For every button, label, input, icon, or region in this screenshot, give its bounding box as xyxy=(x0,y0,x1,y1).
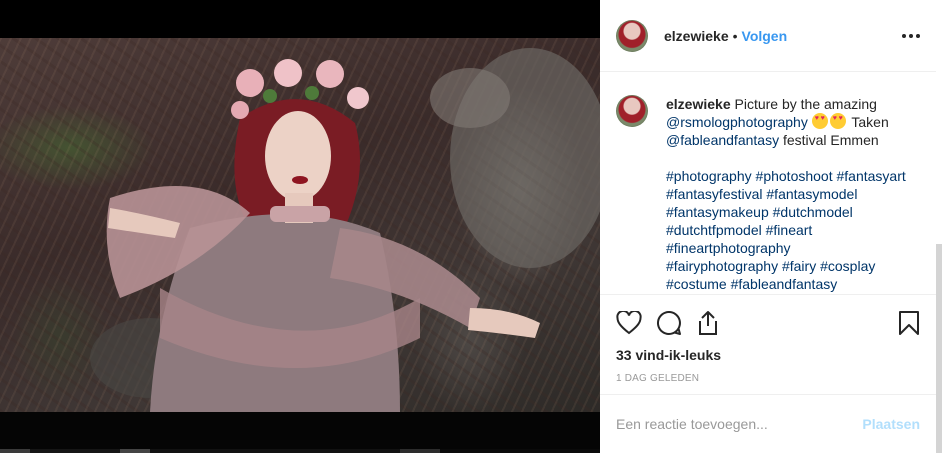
header-separator: • xyxy=(732,27,738,44)
hashtag[interactable]: #fantasymakeup xyxy=(666,204,769,220)
hashtag[interactable]: #fineartphotography xyxy=(666,240,791,256)
caption-text-3: festival Emmen xyxy=(782,132,879,148)
post-panel: elzewieke • Volgen elzewieke Picture by … xyxy=(600,0,936,453)
author-avatar[interactable] xyxy=(616,19,648,52)
hashtag[interactable]: #fantasyfestival xyxy=(666,186,763,202)
hashtag[interactable]: #dutchtfpmodel xyxy=(666,222,762,238)
hashtag[interactable]: #cosplay xyxy=(820,258,875,274)
hashtag[interactable]: #fableandfantasy xyxy=(731,276,838,292)
comment-form: Plaatsen xyxy=(600,394,936,453)
mention-festival[interactable]: @fableandfantasy xyxy=(666,132,779,148)
hashtag-list: #photography #photoshoot #fantasyart #fa… xyxy=(666,167,920,293)
comment-icon[interactable] xyxy=(656,303,696,343)
post-photo[interactable] xyxy=(0,38,600,412)
heart-eyes-emoji-icon xyxy=(811,113,828,129)
photo-subject xyxy=(90,48,600,412)
hashtag[interactable]: #fairy xyxy=(782,258,816,274)
hashtag[interactable]: #fantasyart xyxy=(837,168,906,184)
hashtag[interactable]: #fineart xyxy=(766,222,813,238)
post-comment-button[interactable]: Plaatsen xyxy=(862,416,920,432)
post-image-area xyxy=(0,0,600,453)
hashtag[interactable]: #fairyphotography xyxy=(666,258,778,274)
follow-button[interactable]: Volgen xyxy=(742,28,788,44)
more-options-icon[interactable] xyxy=(902,30,920,42)
hashtag[interactable]: #dutchmodel xyxy=(773,204,853,220)
caption-text-2: Taken xyxy=(851,114,889,130)
post-timestamp[interactable]: 1 DAG GELEDEN xyxy=(616,373,920,384)
hashtag[interactable]: #fantasymodel xyxy=(766,186,857,202)
post-caption: elzewieke Picture by the amazing @rsmolo… xyxy=(600,72,936,294)
hashtag[interactable]: #photoshoot xyxy=(756,168,833,184)
author-username[interactable]: elzewieke xyxy=(664,28,729,44)
hashtag[interactable]: #costume xyxy=(666,276,727,292)
caption-username[interactable]: elzewieke xyxy=(666,96,731,112)
action-bar xyxy=(616,303,920,343)
caption-avatar[interactable] xyxy=(616,95,648,127)
post-actions: 33 vind-ik-leuks 1 DAG GELEDEN xyxy=(600,294,936,394)
post-header: elzewieke • Volgen xyxy=(600,0,936,72)
hashtag[interactable]: #photography xyxy=(666,168,752,184)
heart-icon[interactable] xyxy=(616,303,656,343)
comment-input[interactable] xyxy=(616,416,855,432)
bookmark-icon[interactable] xyxy=(890,303,920,343)
caption-text-1: Picture by the amazing xyxy=(734,96,877,112)
scrollbar-thumb[interactable] xyxy=(936,0,942,244)
page-scrollbar[interactable] xyxy=(936,0,942,453)
heart-eyes-emoji-icon xyxy=(829,113,846,129)
image-bottom-strip xyxy=(0,412,600,453)
share-icon[interactable] xyxy=(696,303,736,343)
likes-count[interactable]: 33 vind-ik-leuks xyxy=(616,347,920,363)
caption-text: elzewieke Picture by the amazing @rsmolo… xyxy=(666,95,920,294)
mention-photographer[interactable]: @rsmologphotography xyxy=(666,114,808,130)
